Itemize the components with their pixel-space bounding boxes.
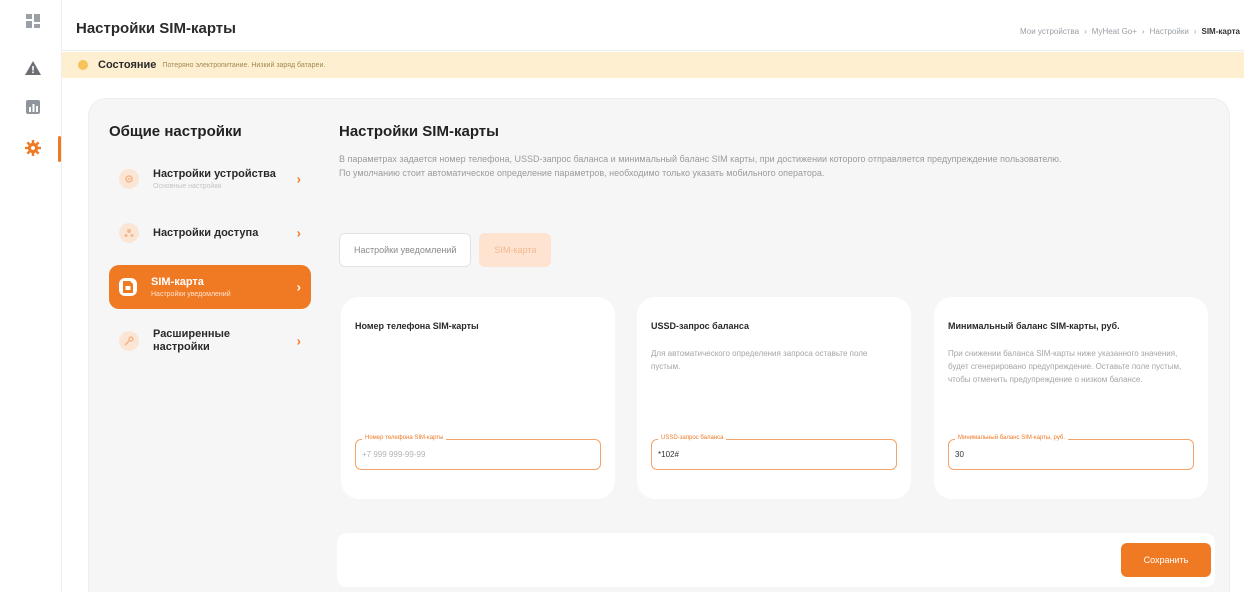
breadcrumb-separator-icon: ›	[1193, 27, 1197, 36]
settings-menu: Настройки устройства Основные настройки …	[109, 157, 311, 373]
section-title: Настройки SIM-карты	[339, 123, 499, 140]
phone-number-card: Номер телефона SIM-карты Номер телефона …	[341, 297, 615, 499]
stats-icon[interactable]	[24, 98, 42, 116]
alert-icon[interactable]	[24, 59, 42, 77]
ussd-request-input[interactable]	[658, 450, 888, 459]
active-indicator	[58, 136, 61, 162]
save-button[interactable]: Сохранить	[1121, 543, 1211, 577]
field-title: Номер телефона SIM-карты	[355, 321, 479, 331]
menu-item-access-settings[interactable]: Настройки доступа ›	[109, 211, 311, 255]
status-banner: Состояние Потеряно электропитание. Низки…	[62, 52, 1244, 78]
menu-item-device-settings[interactable]: Настройки устройства Основные настройки …	[109, 157, 311, 201]
menu-item-sublabel: Настройки уведомлений	[151, 291, 231, 298]
tab-notification-settings[interactable]: Настройки уведомлений	[339, 233, 472, 267]
tab-bar: Настройки уведомлений SIM-карта	[339, 233, 552, 267]
phone-number-input[interactable]	[362, 450, 592, 459]
content-header: Настройки SIM-карты В параметрах задаетс…	[339, 123, 1219, 180]
field-description: При снижении баланса SIM-карты ниже указ…	[948, 349, 1182, 384]
chevron-right-icon: ›	[296, 171, 301, 187]
menu-item-label: Настройки устройства	[153, 168, 276, 180]
chevron-right-icon: ›	[296, 333, 301, 349]
min-balance-card: Минимальный баланс SIM-карты, руб. При с…	[934, 297, 1208, 499]
ussd-request-card: USSD-запрос баланса Для автоматического …	[637, 297, 911, 499]
status-label: Состояние	[98, 59, 157, 71]
tab-sim-card[interactable]: SIM-карта	[479, 233, 552, 267]
description-line: В параметрах задается номер телефона, US…	[339, 154, 1062, 164]
settings-icon[interactable]	[24, 139, 42, 157]
breadcrumb-separator-icon: ›	[1141, 27, 1145, 36]
field-description: Для автоматического определения запроса …	[651, 349, 868, 371]
ussd-request-field[interactable]: USSD-запрос баланса	[651, 435, 897, 470]
description-line: По умолчанию стоит автоматическое опреде…	[339, 168, 825, 178]
min-balance-input[interactable]	[955, 450, 1185, 459]
breadcrumb-current: SIM-карта	[1201, 27, 1241, 36]
dashboard-icon[interactable]	[24, 12, 42, 30]
settings-panel: Общие настройки Настройки устройства Осн…	[88, 98, 1230, 592]
menu-item-sim-card[interactable]: SIM-карта Настройки уведомлений ›	[109, 265, 311, 309]
min-balance-field[interactable]: Минимальный баланс SIM-карты, руб.	[948, 435, 1194, 470]
breadcrumb: Мои устройства › MyHeat Go+ › Настройки …	[1020, 27, 1240, 36]
nav-rail	[0, 0, 62, 592]
menu-item-sublabel: Основные настройки	[153, 183, 222, 190]
section-description: В параметрах задается номер телефона, US…	[339, 152, 1219, 180]
status-indicator-icon	[78, 60, 88, 70]
tools-icon	[119, 331, 139, 351]
sidebar-title: Общие настройки	[109, 123, 242, 140]
field-legend: USSD-запрос баланса	[658, 435, 727, 441]
header: Настройки SIM-карты Мои устройства › MyH…	[62, 0, 1244, 50]
sim-card-icon	[119, 278, 137, 296]
breadcrumb-separator-icon: ›	[1084, 27, 1087, 36]
action-bar: Сохранить	[337, 533, 1215, 587]
field-title: Минимальный баланс SIM-карты, руб.	[948, 321, 1120, 331]
phone-number-field[interactable]: Номер телефона SIM-карты	[355, 435, 601, 470]
breadcrumb-item[interactable]: MyHeat Go+	[1092, 27, 1137, 36]
field-legend: Минимальный баланс SIM-карты, руб.	[955, 435, 1069, 441]
chevron-right-icon: ›	[296, 279, 301, 295]
chevron-right-icon: ›	[296, 225, 301, 241]
gear-icon	[119, 169, 139, 189]
menu-item-advanced-settings[interactable]: Расширенные настройки ›	[109, 319, 311, 363]
users-icon	[119, 223, 139, 243]
status-text: Потеряно электропитание. Низкий заряд ба…	[162, 61, 326, 69]
field-legend: Номер телефона SIM-карты	[362, 435, 447, 441]
page-title: Настройки SIM-карты	[76, 20, 236, 37]
breadcrumb-item[interactable]: Настройки	[1150, 27, 1189, 36]
menu-item-label: Расширенные настройки	[153, 328, 230, 353]
field-title: USSD-запрос баланса	[651, 321, 750, 331]
menu-item-label: SIM-карта	[151, 276, 204, 288]
menu-item-label: Настройки доступа	[153, 226, 259, 239]
breadcrumb-item[interactable]: Мои устройства	[1020, 27, 1079, 36]
